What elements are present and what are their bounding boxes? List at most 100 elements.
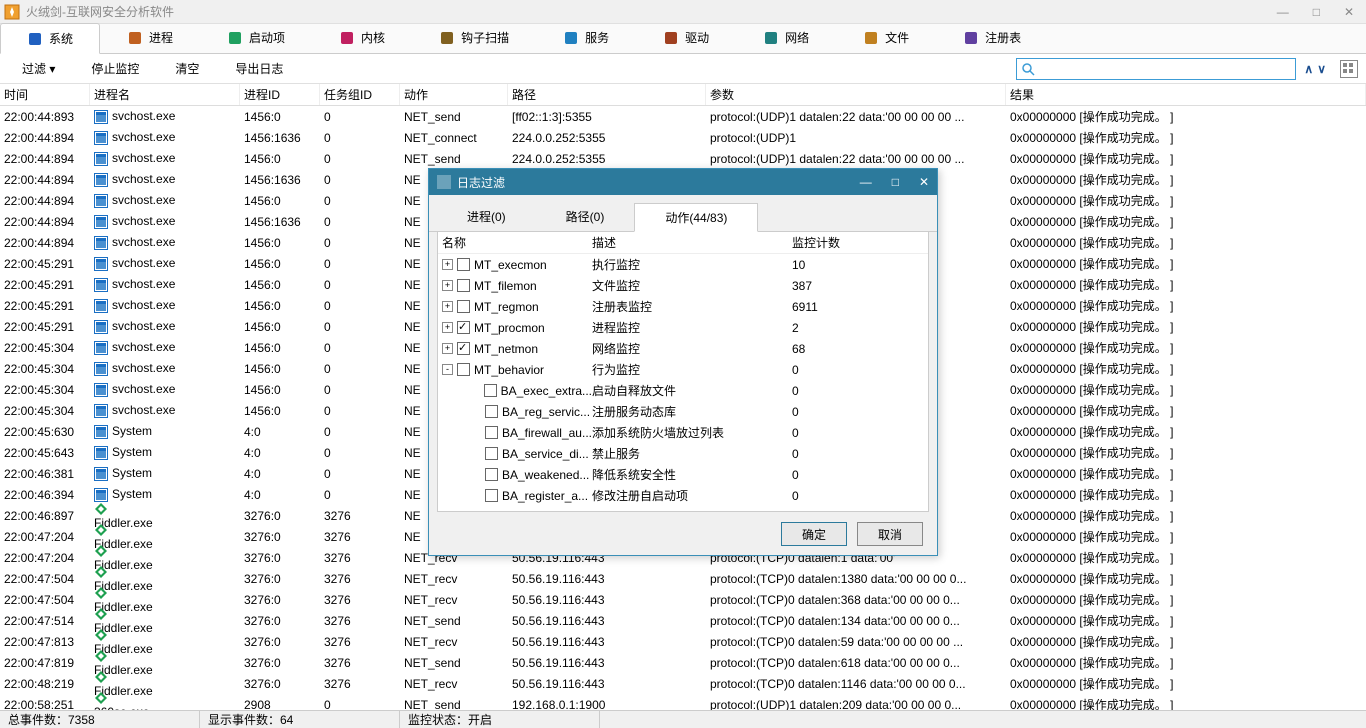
tab-7[interactable]: 网络 [736, 22, 836, 53]
dialog-title-bar[interactable]: 日志过滤 — □ ✕ [429, 169, 937, 195]
col-process[interactable]: 进程名 [90, 84, 240, 105]
filter-icon [437, 175, 451, 189]
filter-item[interactable]: +MT_execmon执行监控10 [438, 254, 928, 275]
app-icon [4, 4, 20, 20]
tab-0[interactable]: 系统 [0, 23, 100, 54]
col-time[interactable]: 时间 [0, 84, 90, 105]
status-bar: 总事件数：7358 显示事件数：64 监控状态：开启 [0, 710, 1366, 728]
tree-toggle-icon[interactable]: - [442, 364, 453, 375]
dlg-col-desc[interactable]: 描述 [592, 234, 792, 251]
tab-8[interactable]: 文件 [836, 22, 936, 53]
export-log-button[interactable]: 导出日志 [221, 56, 297, 81]
filter-item[interactable]: +MT_netmon网络监控68 [438, 338, 928, 359]
checkbox[interactable] [485, 489, 498, 502]
checkbox[interactable] [457, 300, 470, 313]
tab-icon [963, 30, 979, 46]
tab-icon [127, 30, 143, 46]
log-filter-dialog: 日志过滤 — □ ✕ 进程(0)路径(0)动作(44/83) 名称 描述 监控计… [428, 168, 938, 556]
checkbox[interactable] [457, 279, 470, 292]
tab-icon [863, 30, 879, 46]
status-shown: 显示事件数：64 [200, 711, 400, 728]
grid-view-button[interactable] [1340, 60, 1358, 78]
table-row[interactable]: 22:00:58:251360se.exe29080NET_send192.16… [0, 694, 1366, 710]
checkbox[interactable] [485, 468, 498, 481]
search-icon [1021, 62, 1035, 76]
table-row[interactable]: 22:00:44:894svchost.exe1456:16360NET_con… [0, 127, 1366, 148]
dlg-col-name[interactable]: 名称 [442, 234, 592, 251]
dialog-tab-2[interactable]: 动作(44/83) [634, 203, 758, 232]
tab-2[interactable]: 启动项 [200, 22, 312, 53]
dialog-minimize[interactable]: — [860, 175, 872, 189]
filter-item[interactable]: BA_exec_extra...启动自释放文件0 [438, 380, 928, 401]
dialog-tab-1[interactable]: 路径(0) [536, 203, 635, 231]
tab-icon [663, 30, 679, 46]
filter-item[interactable]: BA_service_di...禁止服务0 [438, 443, 928, 464]
col-task[interactable]: 任务组ID [320, 84, 400, 105]
checkbox[interactable] [457, 363, 470, 376]
filter-item[interactable]: +MT_filemon文件监控387 [438, 275, 928, 296]
tab-4[interactable]: 钩子扫描 [412, 22, 536, 53]
tab-icon [763, 30, 779, 46]
col-params[interactable]: 参数 [706, 84, 1006, 105]
tree-toggle-icon[interactable]: + [442, 280, 453, 291]
col-pid[interactable]: 进程ID [240, 84, 320, 105]
filter-item[interactable]: BA_firewall_au...添加系统防火墙放过列表0 [438, 422, 928, 443]
nav-down-button[interactable]: ∨ [1317, 62, 1326, 76]
tab-6[interactable]: 驱动 [636, 22, 736, 53]
toolbar: 过滤 ▾ 停止监控 清空 导出日志 ∧ ∨ [0, 54, 1366, 84]
tab-1[interactable]: 进程 [100, 22, 200, 53]
tree-toggle-icon[interactable]: + [442, 322, 453, 333]
tab-icon [339, 30, 355, 46]
dialog-tab-0[interactable]: 进程(0) [437, 203, 536, 231]
tree-toggle-icon[interactable]: + [442, 259, 453, 270]
status-monitor: 监控状态：开启 [400, 711, 600, 728]
tab-icon [227, 30, 243, 46]
filter-item[interactable]: +MT_regmon注册表监控6911 [438, 296, 928, 317]
col-action[interactable]: 动作 [400, 84, 508, 105]
checkbox[interactable] [485, 447, 498, 460]
checkbox[interactable] [457, 342, 470, 355]
status-total: 总事件数：7358 [0, 711, 200, 728]
filter-item[interactable]: BA_register_a...修改注册自启动项0 [438, 485, 928, 506]
minimize-button[interactable]: — [1277, 5, 1289, 19]
checkbox[interactable] [484, 384, 497, 397]
tree-toggle-icon[interactable]: + [442, 343, 453, 354]
ok-button[interactable]: 确定 [781, 522, 847, 546]
filter-item[interactable]: BA_weakened...降低系统安全性0 [438, 464, 928, 485]
cancel-button[interactable]: 取消 [857, 522, 923, 546]
stop-monitor-button[interactable]: 停止监控 [77, 56, 153, 81]
tab-3[interactable]: 内核 [312, 22, 412, 53]
table-header: 时间 进程名 进程ID 任务组ID 动作 路径 参数 结果 [0, 84, 1366, 106]
dlg-col-count[interactable]: 监控计数 [792, 234, 872, 251]
col-path[interactable]: 路径 [508, 84, 706, 105]
dialog-maximize[interactable]: □ [892, 175, 899, 189]
search-input[interactable] [1035, 62, 1291, 76]
checkbox[interactable] [485, 405, 498, 418]
tab-9[interactable]: 注册表 [936, 22, 1048, 53]
tab-icon [563, 30, 579, 46]
search-box[interactable] [1016, 58, 1296, 80]
dialog-tabs: 进程(0)路径(0)动作(44/83) [429, 195, 937, 232]
tree-toggle-icon[interactable]: + [442, 301, 453, 312]
nav-up-button[interactable]: ∧ [1304, 62, 1313, 76]
col-result[interactable]: 结果 [1006, 84, 1366, 105]
dialog-close[interactable]: ✕ [919, 175, 929, 189]
filter-item[interactable]: +MT_procmon进程监控2 [438, 317, 928, 338]
tab-5[interactable]: 服务 [536, 22, 636, 53]
close-button[interactable]: ✕ [1344, 5, 1354, 19]
filter-item[interactable]: BA_reg_servic...注册服务动态库0 [438, 401, 928, 422]
tab-icon [27, 31, 43, 47]
title-bar: 火绒剑-互联网安全分析软件 — □ ✕ [0, 0, 1366, 24]
table-row[interactable]: 22:00:44:893svchost.exe1456:00NET_send[f… [0, 106, 1366, 127]
main-tabs: 系统进程启动项内核钩子扫描服务驱动网络文件注册表 [0, 24, 1366, 54]
dialog-title: 日志过滤 [457, 174, 860, 191]
filter-item[interactable]: -MT_behavior行为监控0 [438, 359, 928, 380]
maximize-button[interactable]: □ [1313, 5, 1320, 19]
filter-button[interactable]: 过滤 ▾ [8, 56, 69, 81]
clear-button[interactable]: 清空 [161, 56, 213, 81]
checkbox[interactable] [457, 258, 470, 271]
table-row[interactable]: 22:00:44:894svchost.exe1456:00NET_send22… [0, 148, 1366, 169]
window-title: 火绒剑-互联网安全分析软件 [26, 3, 1277, 20]
checkbox[interactable] [485, 426, 498, 439]
checkbox[interactable] [457, 321, 470, 334]
